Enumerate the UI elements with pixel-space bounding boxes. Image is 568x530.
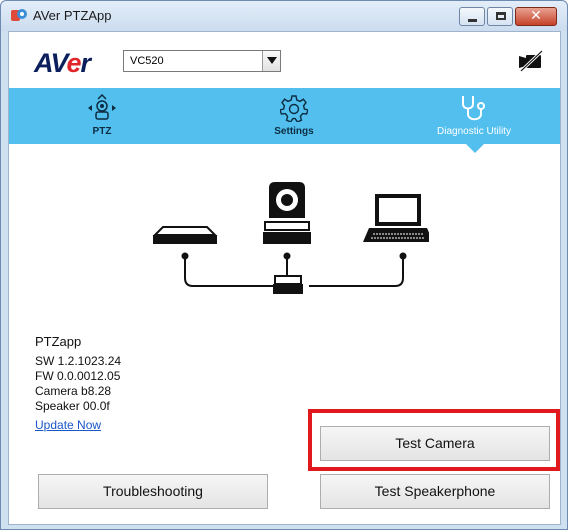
header: AVer VC520 [9, 32, 560, 88]
stethoscope-icon [462, 96, 485, 121]
speakerphone-icon [152, 226, 218, 244]
version-info: PTZapp SW 1.2.1023.24 FW 0.0.0012.05 Cam… [35, 334, 121, 433]
chevron-down-icon [267, 57, 277, 64]
fw-version: FW 0.0.0012.05 [35, 369, 121, 383]
tab-bar: PTZ Settings Diagnostic Utility [9, 88, 560, 144]
ptz-joystick-icon [88, 94, 116, 120]
minimize-icon [468, 19, 477, 22]
maximize-button[interactable] [487, 7, 513, 26]
aver-logo: AVer [34, 48, 91, 78]
troubleshooting-button[interactable]: Troubleshooting [38, 474, 268, 509]
device-select-value: VC520 [130, 55, 164, 67]
app-name: PTZapp [35, 334, 82, 349]
test-speakerphone-button[interactable]: Test Speakerphone [320, 474, 550, 509]
gear-icon [280, 95, 308, 122]
highlight-box [308, 409, 560, 471]
camera-off-icon[interactable] [517, 50, 543, 72]
app-window: AVer PTZApp ✕ AVer VC520 PTZ Settings Di… [0, 0, 568, 530]
hub-icon [273, 275, 303, 294]
app-icon [11, 9, 27, 21]
close-icon: ✕ [530, 8, 542, 24]
tab-ptz[interactable]: PTZ [75, 88, 129, 144]
tab-settings[interactable]: Settings [259, 88, 329, 144]
laptop-icon [363, 194, 429, 242]
active-tab-indicator [466, 144, 484, 153]
client-area: AVer VC520 PTZ Settings Diagnostic Utili… [8, 31, 561, 525]
tab-settings-label: Settings [274, 126, 314, 137]
tab-ptz-label: PTZ [92, 126, 112, 137]
minimize-button[interactable] [459, 7, 485, 26]
dropdown-arrow[interactable] [262, 51, 280, 71]
maximize-icon [496, 12, 506, 20]
device-select[interactable]: VC520 [123, 50, 281, 72]
ptz-camera-icon [263, 182, 311, 244]
connection-diagram [152, 182, 429, 294]
close-button[interactable]: ✕ [515, 7, 557, 26]
tab-diagnostic-utility-label: Diagnostic Utility [437, 126, 511, 137]
speaker-version: Speaker 00.0f [35, 399, 110, 413]
sw-version: SW 1.2.1023.24 [35, 354, 122, 368]
update-now-link[interactable]: Update Now [35, 418, 121, 433]
title-bar[interactable]: AVer PTZApp ✕ [1, 1, 567, 31]
camera-version: Camera b8.28 [35, 384, 112, 398]
tab-diagnostic-utility[interactable]: Diagnostic Utility [419, 88, 529, 144]
window-title: AVer PTZApp [33, 8, 112, 23]
